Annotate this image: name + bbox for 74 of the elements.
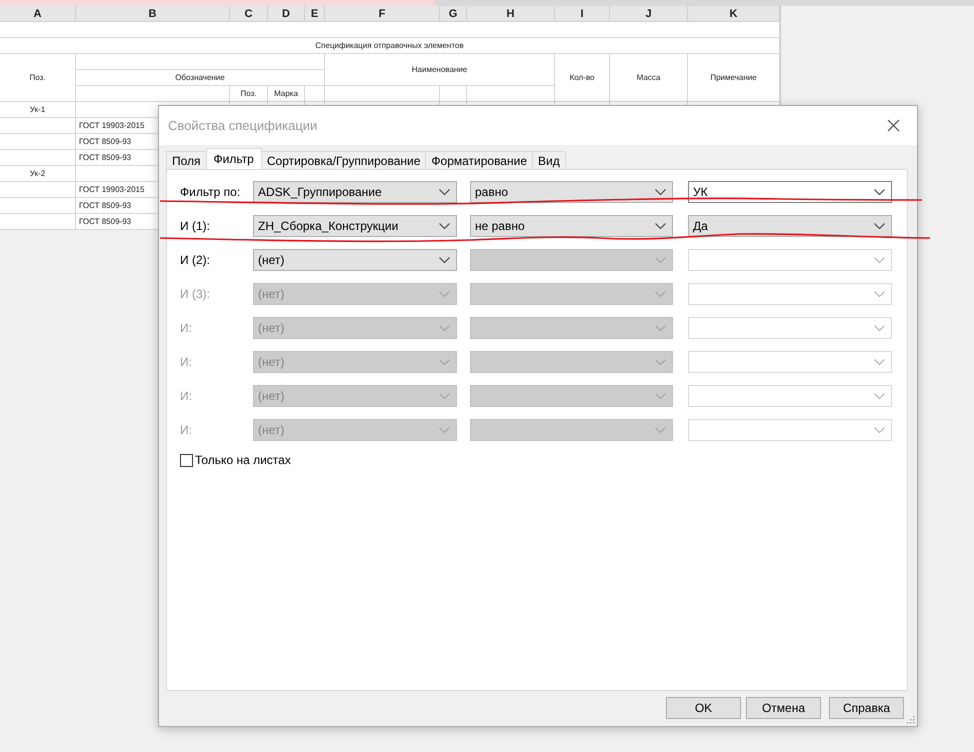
header-cell — [305, 86, 325, 102]
header-cell: Масса — [610, 54, 688, 102]
checkbox-label[interactable]: Только на листах — [195, 453, 291, 467]
header-cell: Марка — [268, 86, 305, 102]
caret-icon — [874, 291, 885, 297]
header-cell: Примечание — [688, 54, 780, 102]
caret-icon — [655, 325, 666, 331]
filter-label: И: — [180, 355, 193, 369]
filter-label: И (2): — [180, 253, 211, 267]
dropdown[interactable]: УК — [688, 181, 892, 203]
column-header[interactable]: A — [0, 6, 76, 22]
dialog-button[interactable]: Справка — [829, 697, 904, 719]
column-header[interactable]: C — [230, 6, 268, 22]
column-header[interactable]: G — [440, 6, 467, 22]
caret-icon — [874, 359, 885, 365]
caret-icon — [655, 257, 666, 263]
caret-icon — [655, 359, 666, 365]
header-cell: Наименование — [325, 54, 555, 86]
column-header[interactable]: J — [610, 6, 688, 22]
tab[interactable]: Форматирование — [425, 151, 533, 169]
caret-icon — [439, 427, 450, 433]
caret-icon — [439, 359, 450, 365]
caret-icon — [874, 393, 885, 399]
tab[interactable]: Поля — [166, 151, 207, 169]
resize-grip-icon[interactable] — [906, 715, 915, 724]
header-cell: Поз. — [230, 86, 268, 102]
caret-icon — [655, 291, 666, 297]
column-header[interactable]: D — [268, 6, 305, 22]
header-cell — [440, 86, 467, 102]
caret-icon — [874, 325, 885, 331]
column-header[interactable]: I — [555, 6, 610, 22]
header-cell: Обозначение — [76, 70, 325, 86]
caret-icon — [874, 257, 885, 263]
column-header[interactable]: E — [305, 6, 325, 22]
dialog-button[interactable]: OK — [666, 697, 741, 719]
caret-icon — [439, 393, 450, 399]
caret-icon — [655, 393, 666, 399]
dropdown[interactable]: не равно — [470, 215, 673, 237]
caret-icon — [655, 223, 666, 229]
close-icon[interactable] — [887, 119, 900, 132]
table-cell: Ук-2 — [0, 166, 76, 182]
caret-icon — [874, 189, 885, 195]
caret-icon — [655, 189, 666, 195]
header-cell: Поз. — [0, 54, 76, 102]
dropdown[interactable]: ZH_Сборка_Конструкции — [253, 215, 457, 237]
caret-icon — [439, 223, 450, 229]
caret-icon — [439, 189, 450, 195]
caret-icon — [439, 291, 450, 297]
caret-icon — [439, 325, 450, 331]
dropdown[interactable]: равно — [470, 181, 673, 203]
column-header[interactable]: K — [688, 6, 780, 22]
column-header[interactable]: H — [467, 6, 555, 22]
caret-icon — [874, 427, 885, 433]
column-header[interactable]: B — [76, 6, 230, 22]
filter-label: И: — [180, 321, 193, 335]
tab[interactable]: Вид — [532, 151, 566, 169]
dropdown[interactable]: (нет) — [253, 249, 457, 271]
caret-icon — [655, 427, 666, 433]
caret-icon — [439, 257, 450, 263]
filter-label: И: — [180, 423, 193, 437]
dropdown[interactable]: Да — [688, 215, 892, 237]
table-cell: Ук-1 — [0, 102, 76, 118]
header-cell: Кол-во — [555, 54, 610, 102]
filter-label: И (1): — [180, 219, 211, 233]
column-header[interactable]: F — [325, 6, 440, 22]
tab[interactable]: Фильтр — [206, 148, 262, 169]
dialog-button[interactable]: Отмена — [746, 697, 821, 719]
filter-label: И (3): — [180, 287, 211, 301]
caret-icon — [874, 223, 885, 229]
dropdown[interactable]: ADSK_Группирование — [253, 181, 457, 203]
tab[interactable]: Сортировка/Группирование — [260, 151, 426, 169]
filter-label: И: — [180, 389, 193, 403]
table-title: Спецификация отправочных элементов — [0, 38, 780, 54]
checkbox[interactable] — [180, 454, 193, 466]
